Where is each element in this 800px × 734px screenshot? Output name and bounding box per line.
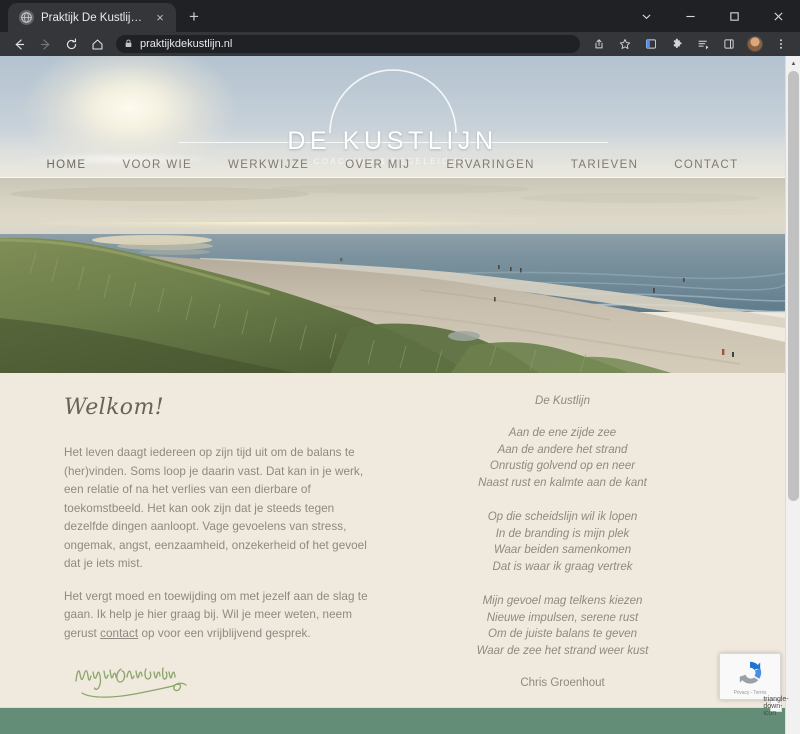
maximize-icon[interactable] — [712, 0, 756, 32]
recaptcha-icon — [735, 658, 765, 688]
home-icon[interactable] — [84, 32, 110, 56]
logo-name-row: DE KUSTLIJN — [177, 127, 608, 156]
page-viewport: DE KUSTLIJN COACHING & BEGELEIDING HOME … — [0, 56, 800, 734]
recaptcha-badge[interactable]: Privacy - Terms — [719, 653, 781, 700]
nav-item-werkwijze[interactable]: WERKWIJZE — [210, 159, 327, 171]
poem-stanza-2: Op die scheidslijn wil ik lopen In de br… — [400, 509, 725, 575]
contact-link[interactable]: contact — [100, 627, 138, 640]
reload-icon[interactable] — [58, 32, 84, 56]
main-navigation: HOME VOOR WIE WERKWIJZE OVER MIJ ERVARIN… — [0, 159, 785, 171]
window-controls — [624, 0, 800, 32]
nav-item-contact[interactable]: CONTACT — [656, 159, 756, 171]
poem-line: Nieuwe impulsen, serene rust — [486, 611, 639, 624]
intro-column: Welkom! Het leven daagt iedereen op zijn… — [0, 395, 400, 699]
site-logo[interactable]: DE KUSTLIJN COACHING & BEGELEIDING — [0, 59, 785, 166]
content-columns: Welkom! Het leven daagt iedereen op zijn… — [0, 395, 785, 699]
poem-author: Chris Groenhout — [520, 677, 605, 689]
nav-item-tarieven[interactable]: TARIEVEN — [553, 159, 656, 171]
globe-icon — [19, 10, 34, 25]
poem-line: Mijn gevoel mag telkens kiezen — [482, 595, 643, 607]
poem-line: Om de juiste balans te geven — [488, 628, 637, 640]
puzzle-icon[interactable] — [664, 32, 690, 56]
logo-name: DE KUSTLIJN — [287, 127, 498, 155]
browser-toolbar: praktijkdekustlijn.nl — [0, 32, 800, 56]
avatar-icon[interactable] — [742, 32, 768, 56]
poem-line: Aan de andere het strand — [497, 443, 628, 456]
arc-icon — [318, 59, 468, 133]
scrollbar-thumb[interactable] — [788, 71, 799, 501]
scrollbar-track[interactable] — [786, 71, 800, 719]
page-scrollbar[interactable]: ▲ — [785, 56, 800, 734]
hero-image — [0, 177, 785, 373]
poem-line: In de branding is mijn plek — [495, 527, 630, 540]
poem-line: Waar de zee het strand weer kust — [476, 644, 649, 657]
tab-title: Praktijk De Kustlijn - Home — [41, 11, 145, 24]
site-header: DE KUSTLIJN COACHING & BEGELEIDING HOME … — [0, 56, 785, 177]
page-title: Welkom! — [64, 395, 164, 420]
back-arrow-icon[interactable] — [6, 32, 32, 56]
close-icon[interactable] — [756, 0, 800, 32]
paragraph-2-text-after: op voor een vrijblijvend gesprek. — [138, 626, 311, 640]
tab-strip: Praktijk De Kustlijn - Home × + — [0, 0, 800, 32]
minimize-icon[interactable] — [668, 0, 712, 32]
poem-title: De Kustlijn — [535, 395, 590, 407]
intro-paragraph-1: Het leven daagt iedereen op zijn tijd ui… — [64, 446, 367, 570]
footer-band — [0, 708, 785, 734]
poem-line: Naast rust en kalmte aan de kant — [478, 476, 647, 489]
side-panel-icon[interactable] — [638, 32, 664, 56]
three-dots-menu-icon[interactable] — [768, 32, 794, 56]
star-icon[interactable] — [612, 32, 638, 56]
new-tab-button[interactable]: + — [181, 4, 207, 30]
recaptcha-text: Privacy - Terms — [733, 689, 767, 696]
poem-line: Aan de ene zijde zee — [508, 427, 617, 439]
avatar — [747, 36, 763, 52]
intro-paragraph-2: Het vergt moed en toewijding om met jeze… — [64, 588, 380, 644]
poem-line: Op die scheidslijn wil ik lopen — [487, 511, 638, 523]
recaptcha-toggle[interactable]: triangle-down-icon — [763, 696, 788, 717]
poem-line: Waar beiden samenkomen — [493, 544, 632, 556]
chevron-down-icon[interactable] — [624, 0, 668, 32]
close-icon[interactable]: × — [152, 10, 168, 26]
poem-line: Dat is waar ik graag vertrek — [492, 560, 633, 573]
nav-item-home[interactable]: HOME — [29, 159, 105, 171]
poem-line: Onrustig golvend op en neer — [489, 460, 636, 472]
nav-item-voor-wie[interactable]: VOOR WIE — [104, 159, 210, 171]
scroll-up-arrow[interactable]: ▲ — [786, 56, 800, 71]
signature-image — [70, 659, 380, 699]
split-view-icon[interactable] — [716, 32, 742, 56]
browser-window: Praktijk De Kustlijn - Home × + — [0, 0, 800, 734]
poem-stanza-1: Aan de ene zijde zee Aan de andere het s… — [400, 425, 725, 491]
poem-stanza-3: Mijn gevoel mag telkens kiezen Nieuwe im… — [400, 593, 725, 659]
reading-list-icon[interactable] — [690, 32, 716, 56]
forward-arrow-icon[interactable] — [32, 32, 58, 56]
share-icon[interactable] — [586, 32, 612, 56]
lock-icon — [124, 39, 133, 50]
browser-tab[interactable]: Praktijk De Kustlijn - Home × — [8, 3, 176, 32]
poem: De Kustlijn Aan de ene zijde zee Aan de … — [400, 395, 725, 689]
website-page: DE KUSTLIJN COACHING & BEGELEIDING HOME … — [0, 56, 789, 734]
toolbar-right-actions — [586, 32, 794, 56]
url-text: praktijkdekustlijn.nl — [140, 38, 233, 50]
nav-item-ervaringen[interactable]: ERVARINGEN — [428, 159, 552, 171]
nav-item-over-mij[interactable]: OVER MIJ — [327, 159, 428, 171]
main-content: Welkom! Het leven daagt iedereen op zijn… — [0, 373, 785, 712]
address-bar[interactable]: praktijkdekustlijn.nl — [116, 35, 580, 53]
